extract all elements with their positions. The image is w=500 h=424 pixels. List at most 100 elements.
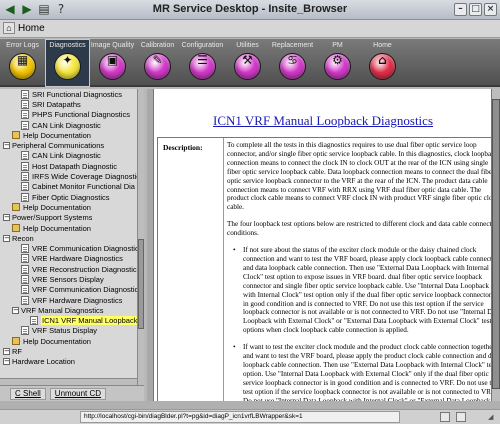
toolbar-image-quality-button[interactable]: Image Quality ▣ [90,39,135,87]
folder-icon [12,337,20,346]
tree-item-label: Help Documentation [23,336,91,346]
status-bar: http://localhost/cgi-bin/diagBlder.pl?t=… [0,409,500,424]
toolbar-error-logs-button[interactable]: Error Logs ▦ [0,39,45,87]
tree-item-label: SRI Functional Diagnostics [32,89,123,99]
maximize-button[interactable]: □ [469,3,482,16]
expand-toggle-icon[interactable]: − [3,348,10,356]
tree-item[interactable]: Host Datapath Diagnostic [0,161,137,171]
folder-icon [12,224,20,232]
cshell-button[interactable]: C Shell [10,388,46,400]
tree-item[interactable]: Fiber Optic Diagnostics [0,192,137,202]
toolbar-icon: ⚒ [242,53,253,67]
toolbar-diagnostics-button[interactable]: Diagnostics ✦ [45,39,90,87]
document-icon [21,326,29,336]
tree-item-label: CAN Link Diagnostic [32,151,101,161]
tree-item[interactable]: Help Documentation [0,202,137,212]
tree-item-label: VRE Hardware Diagnostics [32,254,123,264]
description-table: Description: To complete all the tests i… [157,137,491,401]
tree-vertical-scrollbar[interactable] [137,89,144,385]
document-icon [21,244,29,254]
tree-item-label: ICN1 VRF Manual Loopback [41,316,137,326]
toolbar-label: PM [332,42,343,49]
tree-item[interactable]: SRI Functional Diagnostics [0,89,137,99]
document-icon [21,192,29,202]
tree-item[interactable]: Help Documentation [0,336,137,346]
tree-item-label: Host Datapath Diagnostic [32,161,118,171]
document-icon [21,264,29,274]
content-panel: ICN1 VRF Manual Loopback Diagnostics Des… [147,89,500,401]
document-icon [21,274,29,284]
tree-item-label: VRE Communication Diagnostic [32,244,137,254]
tree-item[interactable]: VRE Sensors Display [0,274,137,284]
toolbar-label: Configuration [181,42,224,49]
tree-item-label: Fiber Optic Diagnostics [32,192,110,202]
tree-item[interactable]: ICN1 VRF Manual Loopback [0,316,137,326]
expand-toggle-icon[interactable]: − [3,214,10,222]
expand-toggle-icon[interactable]: − [3,358,10,366]
expand-toggle-icon[interactable]: − [3,142,10,150]
tree-item[interactable]: − Power/Support Systems [0,213,137,223]
home-label: Home [18,22,45,34]
document-icon [21,172,29,182]
status-url: http://localhost/cgi-bin/diagBlder.pl?t=… [80,411,400,423]
tree-item[interactable]: SRI Datapaths [0,99,137,109]
resize-grip-icon[interactable]: ◢ [488,413,497,422]
tree-item-label: VRE Reconstruction Diagnostic [32,264,137,274]
expand-toggle-icon[interactable]: − [12,306,19,314]
tree-item[interactable]: Help Documentation [0,223,137,233]
toolbar-calibration-button[interactable]: Calibration ✎ [135,39,180,87]
tree-item[interactable]: Cabinet Monitor Functional Dia [0,182,137,192]
tree-item[interactable]: − Hardware Location [0,357,137,367]
tree-item[interactable]: − Peripheral Communications [0,140,137,150]
tree-item-label: Help Documentation [23,223,91,233]
tree-item[interactable]: VRE Hardware Diagnostics [0,254,137,264]
tree-item[interactable]: VRF Hardware Diagnostics [0,295,137,305]
home-bar: ⌂ Home [0,20,500,38]
tree-item[interactable]: − Recon [0,233,137,243]
content-scroll-thumb[interactable] [492,99,500,389]
expand-toggle-icon[interactable]: − [3,234,10,242]
tree-item[interactable]: VRE Reconstruction Diagnostic [0,264,137,274]
document-icon [21,161,29,171]
tree-item[interactable]: PHPS Functional Diagnostics [0,110,137,120]
toolbar-icon: ✦ [62,53,73,67]
tree-item[interactable]: IRFS Wide Coverage Diagnostic [0,171,137,182]
main-toolbar: Error Logs ▦ Diagnostics ✦ Image Quality ▣ Cal… [0,39,500,87]
minimize-button[interactable]: – [454,3,467,16]
table-divider [223,138,224,401]
tree-item-label: SRI Datapaths [32,99,81,109]
tree-scroll-thumb[interactable] [138,239,144,329]
toolbar-label: Utilities [236,42,259,49]
content-vertical-scrollbar[interactable] [491,89,500,401]
document-icon [21,295,29,305]
tree-item[interactable]: − RF [0,346,137,356]
toolbar-icon: ♋ [287,53,298,67]
tree-item[interactable]: Help Documentation [0,130,137,140]
page-title[interactable]: ICN1 VRF Manual Loopback Diagnostics [154,113,491,129]
tree-item[interactable]: CAN Link Diagnostic [0,120,137,130]
toolbar-home-button[interactable]: Home ⌂ [360,39,405,87]
tree-item[interactable]: CAN Link Diagnostic [0,151,137,161]
unmount-cd-button[interactable]: Unmount CD [49,388,107,400]
description-bullet: If want to test the exciter clock module… [231,343,491,401]
tree-horizontal-scrollbar[interactable] [0,378,137,385]
content-area: ICN1 VRF Manual Loopback Diagnostics Des… [153,89,491,401]
folder-icon [12,203,20,212]
tree-item-label: Cabinet Monitor Functional Dia [32,182,135,192]
toolbar-replacement-button[interactable]: Replacement ♋ [270,39,315,87]
close-button[interactable]: × [484,3,497,16]
toolbar-icon: ▣ [106,53,119,67]
toolbar-icon: ✎ [152,53,163,67]
toolbar-utilities-button[interactable]: Utilities ⚒ [225,39,270,87]
tree-item[interactable]: − VRF Manual Diagnostics [0,305,137,315]
tree-item[interactable]: VRF Status Display [0,326,137,336]
home-link[interactable]: ⌂ Home [3,22,45,34]
toolbar-pm-button[interactable]: PM ⚙ [315,39,360,87]
toolbar-configuration-button[interactable]: Configuration ☰ [180,39,225,87]
tree-item[interactable]: VRF Communication Diagnostic [0,285,137,295]
description-label: Description: [163,143,203,152]
document-icon [21,99,29,109]
document-icon [21,151,29,161]
tree-item[interactable]: VRE Communication Diagnostic [0,243,137,254]
toolbar-icon: ▦ [16,53,29,67]
